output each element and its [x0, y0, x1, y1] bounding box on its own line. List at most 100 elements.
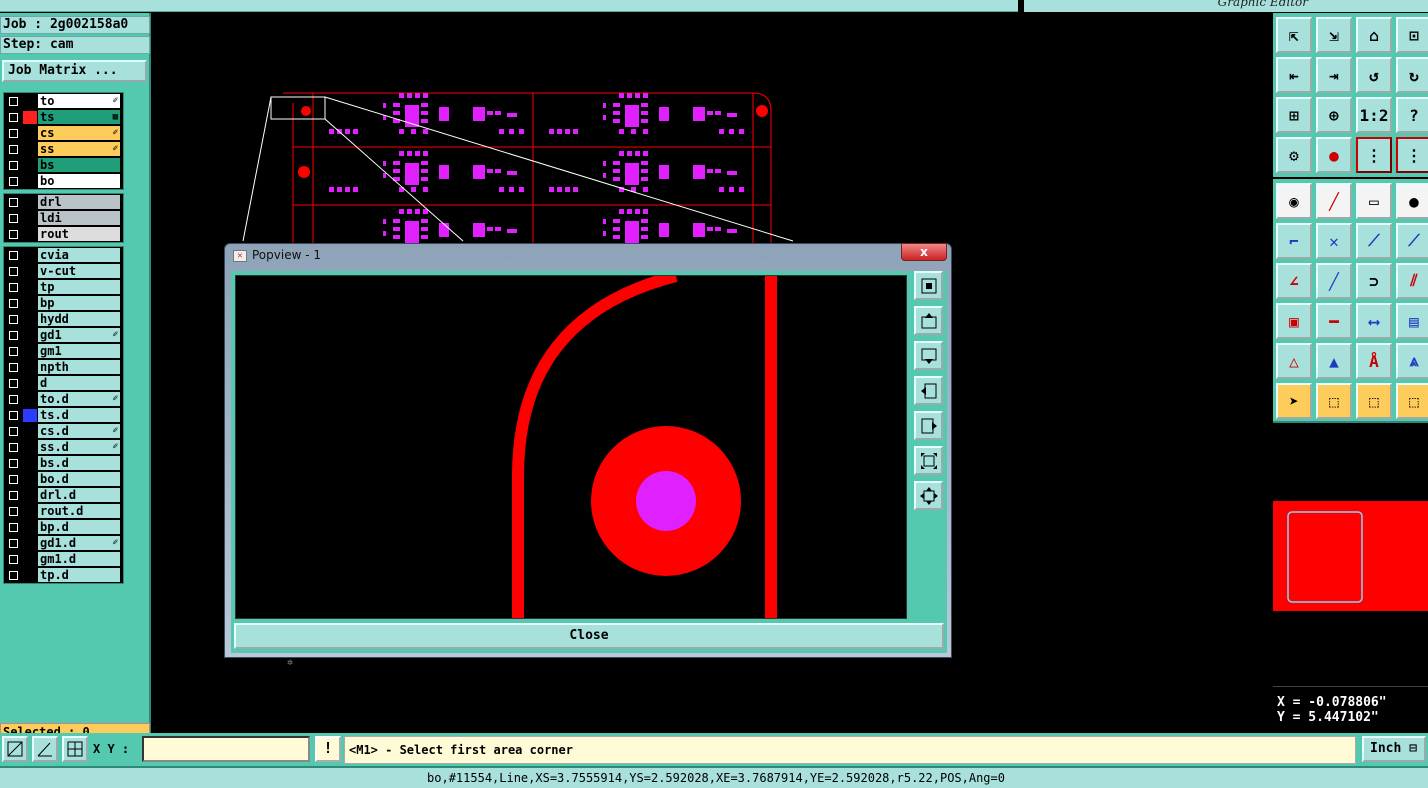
unit-selector[interactable]: Inch ⊟: [1362, 736, 1426, 762]
layer-checkbox[interactable]: [9, 145, 18, 154]
layer-checkbox[interactable]: [9, 491, 18, 500]
layer-checkbox[interactable]: [9, 411, 18, 420]
layer-name[interactable]: tp: [38, 280, 120, 294]
layer-name[interactable]: gd1 ✐: [38, 328, 120, 342]
layer-name[interactable]: cs.d ✐: [38, 424, 120, 438]
layer-affected-swatch[interactable]: [23, 281, 37, 294]
layer-checkbox[interactable]: [9, 97, 18, 106]
popview-close-x-button[interactable]: x: [901, 243, 947, 261]
layer-settings-icon[interactable]: ⚙: [1276, 137, 1312, 173]
layer-row-cvia[interactable]: cvia: [4, 247, 123, 263]
pan-right-icon[interactable]: ⇥: [1316, 57, 1352, 93]
layer-name[interactable]: ss.d ✐: [38, 440, 120, 454]
layer-checkbox[interactable]: [9, 379, 18, 388]
zoom-fit-icon[interactable]: ⊞: [1276, 97, 1312, 133]
layer-checkbox[interactable]: [9, 507, 18, 516]
pointer-icon[interactable]: ➤: [1276, 383, 1312, 419]
connect-icon[interactable]: ⌐: [1276, 223, 1312, 259]
snap-pad-icon[interactable]: ◉: [1276, 183, 1312, 219]
arc-icon[interactable]: ⊃: [1356, 263, 1392, 299]
triangle-icon[interactable]: △: [1276, 343, 1312, 379]
layer-checkbox[interactable]: [9, 315, 18, 324]
layer-row-cs[interactable]: cs ✐: [4, 125, 123, 141]
layer-affected-swatch[interactable]: [23, 473, 37, 486]
layer-checkbox[interactable]: [9, 177, 18, 186]
popview-center-icon[interactable]: [914, 481, 943, 510]
zoom-out-icon[interactable]: ⇲: [1316, 17, 1352, 53]
layer-affected-swatch[interactable]: [23, 553, 37, 566]
layer-row-bs[interactable]: bs: [4, 157, 123, 173]
layer-row-ts-d[interactable]: ts.d: [4, 407, 123, 423]
layer-affected-swatch[interactable]: [23, 537, 37, 550]
layer-checkbox[interactable]: [9, 331, 18, 340]
layer-row-bo-d[interactable]: bo.d: [4, 471, 123, 487]
dot-icon[interactable]: ●: [1396, 183, 1428, 219]
line-node2-icon[interactable]: ⟋: [1396, 223, 1428, 259]
layer-name[interactable]: rout.d: [38, 504, 120, 518]
layer-affected-swatch[interactable]: [23, 345, 37, 358]
layer-row-tp-d[interactable]: tp.d: [4, 567, 123, 583]
snap-grid-icon[interactable]: [2, 736, 28, 762]
overview-minimap[interactable]: [1273, 421, 1428, 693]
popview-pan-right-icon[interactable]: [914, 411, 943, 440]
pan-left-icon[interactable]: ⇤: [1276, 57, 1312, 93]
layer-name[interactable]: bp.d: [38, 520, 120, 534]
popview-pan-down-icon[interactable]: [914, 341, 943, 370]
layer-checkbox[interactable]: [9, 129, 18, 138]
triangle-a-icon[interactable]: Å: [1356, 343, 1392, 379]
layer-name[interactable]: gd1.d ✐: [38, 536, 120, 550]
layer-affected-swatch[interactable]: [23, 425, 37, 438]
layer-name[interactable]: d: [38, 376, 120, 390]
layer-row-bp-d[interactable]: bp.d: [4, 519, 123, 535]
scale-1-2-icon[interactable]: 1:2: [1356, 97, 1392, 133]
select-box-icon[interactable]: ⬚: [1316, 383, 1352, 419]
layer-affected-swatch[interactable]: [23, 505, 37, 518]
block-icon[interactable]: ▤: [1396, 303, 1428, 339]
home-icon[interactable]: ⌂: [1356, 17, 1392, 53]
layer-checkbox[interactable]: [9, 523, 18, 532]
select-region-icon[interactable]: ⬚: [1356, 383, 1392, 419]
popview-fit-icon[interactable]: [914, 446, 943, 475]
pad-icon[interactable]: ●: [1316, 137, 1352, 173]
layer-affected-swatch[interactable]: [23, 159, 37, 172]
cross-icon[interactable]: ✕: [1316, 223, 1352, 259]
center-icon[interactable]: ⊕: [1316, 97, 1352, 133]
layer-name[interactable]: to ✐: [38, 94, 120, 108]
layer-affected-swatch[interactable]: [23, 489, 37, 502]
layer-checkbox[interactable]: [9, 214, 18, 223]
layer-affected-swatch[interactable]: [23, 521, 37, 534]
layer-affected-swatch[interactable]: [23, 393, 37, 406]
layer-row-drl-d[interactable]: drl.d: [4, 487, 123, 503]
layer-checkbox[interactable]: [9, 443, 18, 452]
layer-affected-swatch[interactable]: [23, 569, 37, 582]
measure-icon[interactable]: ▭: [1356, 183, 1392, 219]
layer-row-bp[interactable]: bp: [4, 295, 123, 311]
undo-view-icon[interactable]: ↺: [1356, 57, 1392, 93]
draw-line-icon[interactable]: ╱: [1316, 183, 1352, 219]
layer-checkbox[interactable]: [9, 539, 18, 548]
popview-pan-up-icon[interactable]: [914, 306, 943, 335]
layer-checkbox[interactable]: [9, 347, 18, 356]
layer-checkbox[interactable]: [9, 459, 18, 468]
pad-square-icon[interactable]: ▣: [1276, 303, 1312, 339]
layer-row-tp[interactable]: tp: [4, 279, 123, 295]
layer-affected-swatch[interactable]: [23, 196, 37, 209]
layer-affected-swatch[interactable]: [23, 377, 37, 390]
redraw-icon[interactable]: ↻: [1396, 57, 1428, 93]
layer-affected-swatch[interactable]: [23, 228, 37, 241]
triangle-node-icon[interactable]: ▲: [1316, 343, 1352, 379]
layer-row-ts[interactable]: ts ▦: [4, 109, 123, 125]
layer-name[interactable]: drl: [38, 195, 120, 209]
layer-row-gd1[interactable]: gd1 ✐: [4, 327, 123, 343]
layer-name[interactable]: v-cut: [38, 264, 120, 278]
layer-affected-swatch[interactable]: [23, 313, 37, 326]
layer-checkbox[interactable]: [9, 230, 18, 239]
layer-name[interactable]: to.d ✐: [38, 392, 120, 406]
layer-name[interactable]: tp.d: [38, 568, 120, 582]
layer-name[interactable]: ts ▦: [38, 110, 120, 124]
layer-row-cs-d[interactable]: cs.d ✐: [4, 423, 123, 439]
layer-row-to-d[interactable]: to.d ✐: [4, 391, 123, 407]
layer-row-rout-d[interactable]: rout.d: [4, 503, 123, 519]
layer-row-npth[interactable]: npth: [4, 359, 123, 375]
layer-name[interactable]: ss ✐: [38, 142, 120, 156]
